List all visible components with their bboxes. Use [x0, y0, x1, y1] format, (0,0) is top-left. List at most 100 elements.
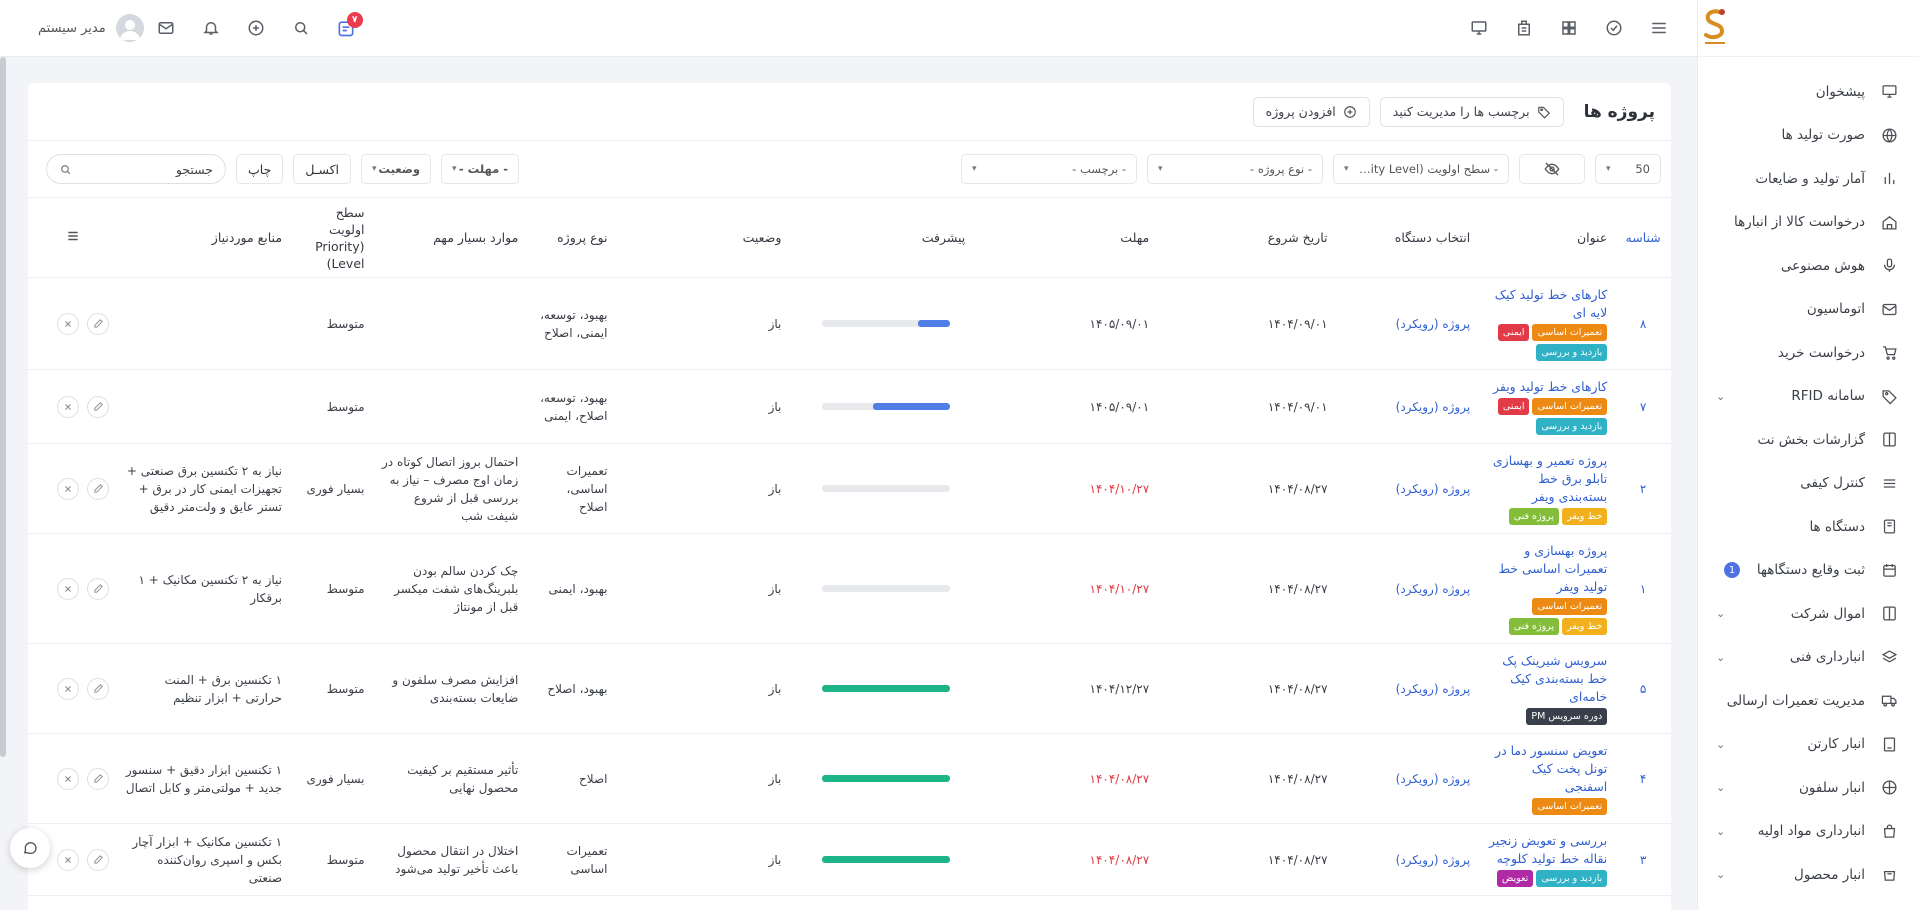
table-row[interactable]: ۳ بررسی و تعویض زنجیر نقاله خط تولید کلوچ… — [28, 823, 1671, 896]
project-tag[interactable]: بازدید و بررسی — [1536, 418, 1608, 435]
sidebar-item[interactable]: مدیریت تعمیرات ارسالی — [1698, 679, 1919, 723]
project-tag[interactable]: تعمیرات اساسی — [1532, 598, 1608, 615]
logo[interactable] — [1698, 0, 1919, 57]
bell-icon[interactable] — [189, 8, 234, 48]
col-id[interactable]: شناسه — [1615, 197, 1671, 278]
project-type-filter[interactable]: - نوع پروژه - ▾ — [1147, 154, 1323, 184]
sidebar-item[interactable]: هوش مصنوعی — [1698, 244, 1919, 288]
project-tag[interactable]: ایمنی — [1497, 398, 1530, 415]
table-row[interactable]: ۵ سرویس شیرینک پک خط بسته‌بندی کیک خامه‌ا… — [28, 643, 1671, 734]
sidebar-item[interactable]: درخواست خرید — [1698, 331, 1919, 375]
add-circle-icon[interactable] — [234, 8, 279, 48]
grid-icon[interactable] — [1546, 8, 1591, 48]
building-icon[interactable] — [1501, 8, 1546, 48]
priority-filter[interactable]: - سطح اولویت (Priority Level) - ▾ — [1333, 154, 1509, 184]
project-tag[interactable]: تعمیرات اساسی — [1532, 324, 1608, 341]
project-tag[interactable]: ایمنی — [1497, 324, 1530, 341]
sidebar-item[interactable]: اتوماسیون — [1698, 288, 1919, 332]
sidebar-item[interactable]: انبارداری مواد اولیه ⌄ — [1698, 810, 1919, 854]
delete-button[interactable] — [57, 312, 80, 335]
col-type[interactable]: نوع پروژه — [526, 197, 616, 278]
project-tag[interactable]: بازدید و بررسی — [1536, 344, 1608, 361]
check-circle-icon[interactable] — [1591, 8, 1636, 48]
per-page-select[interactable]: 50 ▾ — [1595, 154, 1661, 184]
delete-button[interactable] — [57, 577, 80, 600]
col-priority[interactable]: سطح اولویت (Priority Level) — [290, 197, 373, 278]
sidebar-item[interactable]: آمار تولید و ضایعات — [1698, 157, 1919, 201]
project-title-link[interactable]: بررسی و تعویض زنجیر نقاله خط تولید کلوچه — [1486, 832, 1607, 868]
edit-button[interactable] — [87, 395, 110, 418]
sidebar-item[interactable]: دستگاه ها — [1698, 505, 1919, 549]
col-deadline[interactable]: مهلت — [973, 197, 1158, 278]
tasks-icon[interactable]: ۷ — [324, 8, 369, 48]
device-link[interactable]: پروژه (رویکرد) — [1396, 772, 1471, 786]
device-link[interactable]: پروژه (رویکرد) — [1396, 682, 1471, 696]
project-tag[interactable]: خط ویفر — [1562, 508, 1608, 525]
desktop-icon[interactable] — [1456, 8, 1501, 48]
sidebar-item[interactable]: درخواست کالا از انبارها — [1698, 201, 1919, 245]
sidebar-item[interactable]: انبار کارتن ⌄ — [1698, 723, 1919, 767]
device-link[interactable]: پروژه (رویکرد) — [1396, 582, 1471, 596]
project-tag[interactable]: پروژه فنی — [1508, 508, 1560, 525]
status-filter[interactable]: وضعیت ▾ — [361, 154, 432, 184]
project-title-link[interactable]: سرویس شیرینک پک خط بسته‌بندی کیک خامه‌ای — [1486, 652, 1607, 706]
edit-button[interactable] — [87, 312, 110, 335]
device-link[interactable]: پروژه (رویکرد) — [1396, 400, 1471, 414]
project-tag[interactable]: تعمیرات اساسی — [1532, 798, 1608, 815]
col-status[interactable]: وضعیت — [615, 197, 790, 278]
sidebar-item[interactable]: انبار سلفون ⌄ — [1698, 766, 1919, 810]
project-tag[interactable]: خط ویفر — [1562, 618, 1608, 635]
col-important[interactable]: موارد بسیار مهم — [372, 197, 527, 278]
col-options[interactable] — [28, 197, 118, 278]
edit-button[interactable] — [87, 577, 110, 600]
column-visibility-button[interactable] — [1519, 154, 1585, 184]
mail-icon[interactable] — [144, 8, 189, 48]
delete-button[interactable] — [57, 848, 80, 871]
edit-button[interactable] — [87, 848, 110, 871]
delete-button[interactable] — [57, 395, 80, 418]
deadline-filter[interactable]: - مهلت - ▾ — [441, 154, 520, 184]
sidebar-item[interactable]: گزارشات خط تولید — [1698, 897, 1919, 910]
sidebar-item[interactable]: اموال شرکت ⌄ — [1698, 592, 1919, 636]
table-row[interactable]: ۸ کارهای خط تولید کیک لایه ای تعمیرات اساس… — [28, 277, 1671, 370]
add-project-button[interactable]: افزودن پروژه — [1252, 96, 1370, 127]
sidebar-item[interactable]: انبارداری فنی ⌄ — [1698, 636, 1919, 680]
device-link[interactable]: پروژه (رویکرد) — [1396, 853, 1471, 867]
col-device[interactable]: انتخاب دستگاه — [1335, 197, 1479, 278]
col-progress[interactable]: پیشرفت — [789, 197, 974, 278]
table-row[interactable]: ۲ پروژه تعمیر و بهسازی تابلو برق خط بسته‌… — [28, 443, 1671, 534]
table-row[interactable]: ۴ تعویض سنسور دما در تونل پخت کیک اسفنجی ت… — [28, 733, 1671, 824]
menu-icon[interactable] — [1636, 8, 1681, 48]
device-link[interactable]: پروژه (رویکرد) — [1396, 317, 1471, 331]
project-tag[interactable]: پروژه فنی — [1508, 618, 1560, 635]
col-resources[interactable]: منابع موردنیاز — [117, 197, 291, 278]
project-title-link[interactable]: تعویض سنسور دما در تونل پخت کیک اسفنجی — [1486, 742, 1607, 796]
print-button[interactable]: چاپ — [236, 154, 284, 184]
edit-button[interactable] — [87, 677, 110, 700]
device-link[interactable]: پروژه (رویکرد) — [1396, 482, 1471, 496]
search-input[interactable] — [93, 161, 213, 177]
delete-button[interactable] — [57, 677, 80, 700]
sidebar-item[interactable]: انبار محصول ⌄ — [1698, 853, 1919, 897]
col-start[interactable]: تاریخ شروع — [1157, 197, 1336, 278]
project-title-link[interactable]: کارهای خط تولید کیک لایه ای — [1486, 286, 1607, 322]
delete-button[interactable] — [57, 767, 80, 790]
project-tag[interactable]: تعویض — [1496, 870, 1534, 887]
col-title[interactable]: عنوان — [1478, 197, 1616, 278]
excel-button[interactable]: اکسـل — [293, 154, 352, 184]
sidebar-item[interactable]: سامانه RFID ⌄ — [1698, 375, 1919, 419]
sidebar-item[interactable]: صورت تولید ها — [1698, 114, 1919, 158]
sidebar-item[interactable]: پیشخوان — [1698, 70, 1919, 114]
edit-button[interactable] — [87, 767, 110, 790]
sidebar-item[interactable]: گزارشات بخش نت — [1698, 418, 1919, 462]
project-tag[interactable]: تعمیرات اساسی — [1532, 398, 1608, 415]
table-row[interactable]: ۱ پروژه بهسازی و تعمیرات اساسی خط تولید و… — [28, 533, 1671, 644]
project-title-link[interactable]: کارهای خط تولید ویفر — [1486, 378, 1607, 396]
table-row[interactable]: ۷ کارهای خط تولید ویفر تعمیرات اساسی ایمنی ب… — [28, 369, 1671, 444]
page-scrollbar[interactable] — [0, 57, 6, 757]
search-icon[interactable] — [279, 8, 324, 48]
manage-tags-button[interactable]: برچسب ها را مدیریت کنید — [1379, 96, 1564, 127]
sidebar-item[interactable]: ثبت وقایع دستگاهها 1 — [1698, 549, 1919, 593]
project-title-link[interactable]: پروژه تعمیر و بهسازی تابلو برق خط بسته‌ب… — [1486, 452, 1607, 506]
project-title-link[interactable]: پروژه بهسازی و تعمیرات اساسی خط تولید وی… — [1486, 542, 1607, 596]
